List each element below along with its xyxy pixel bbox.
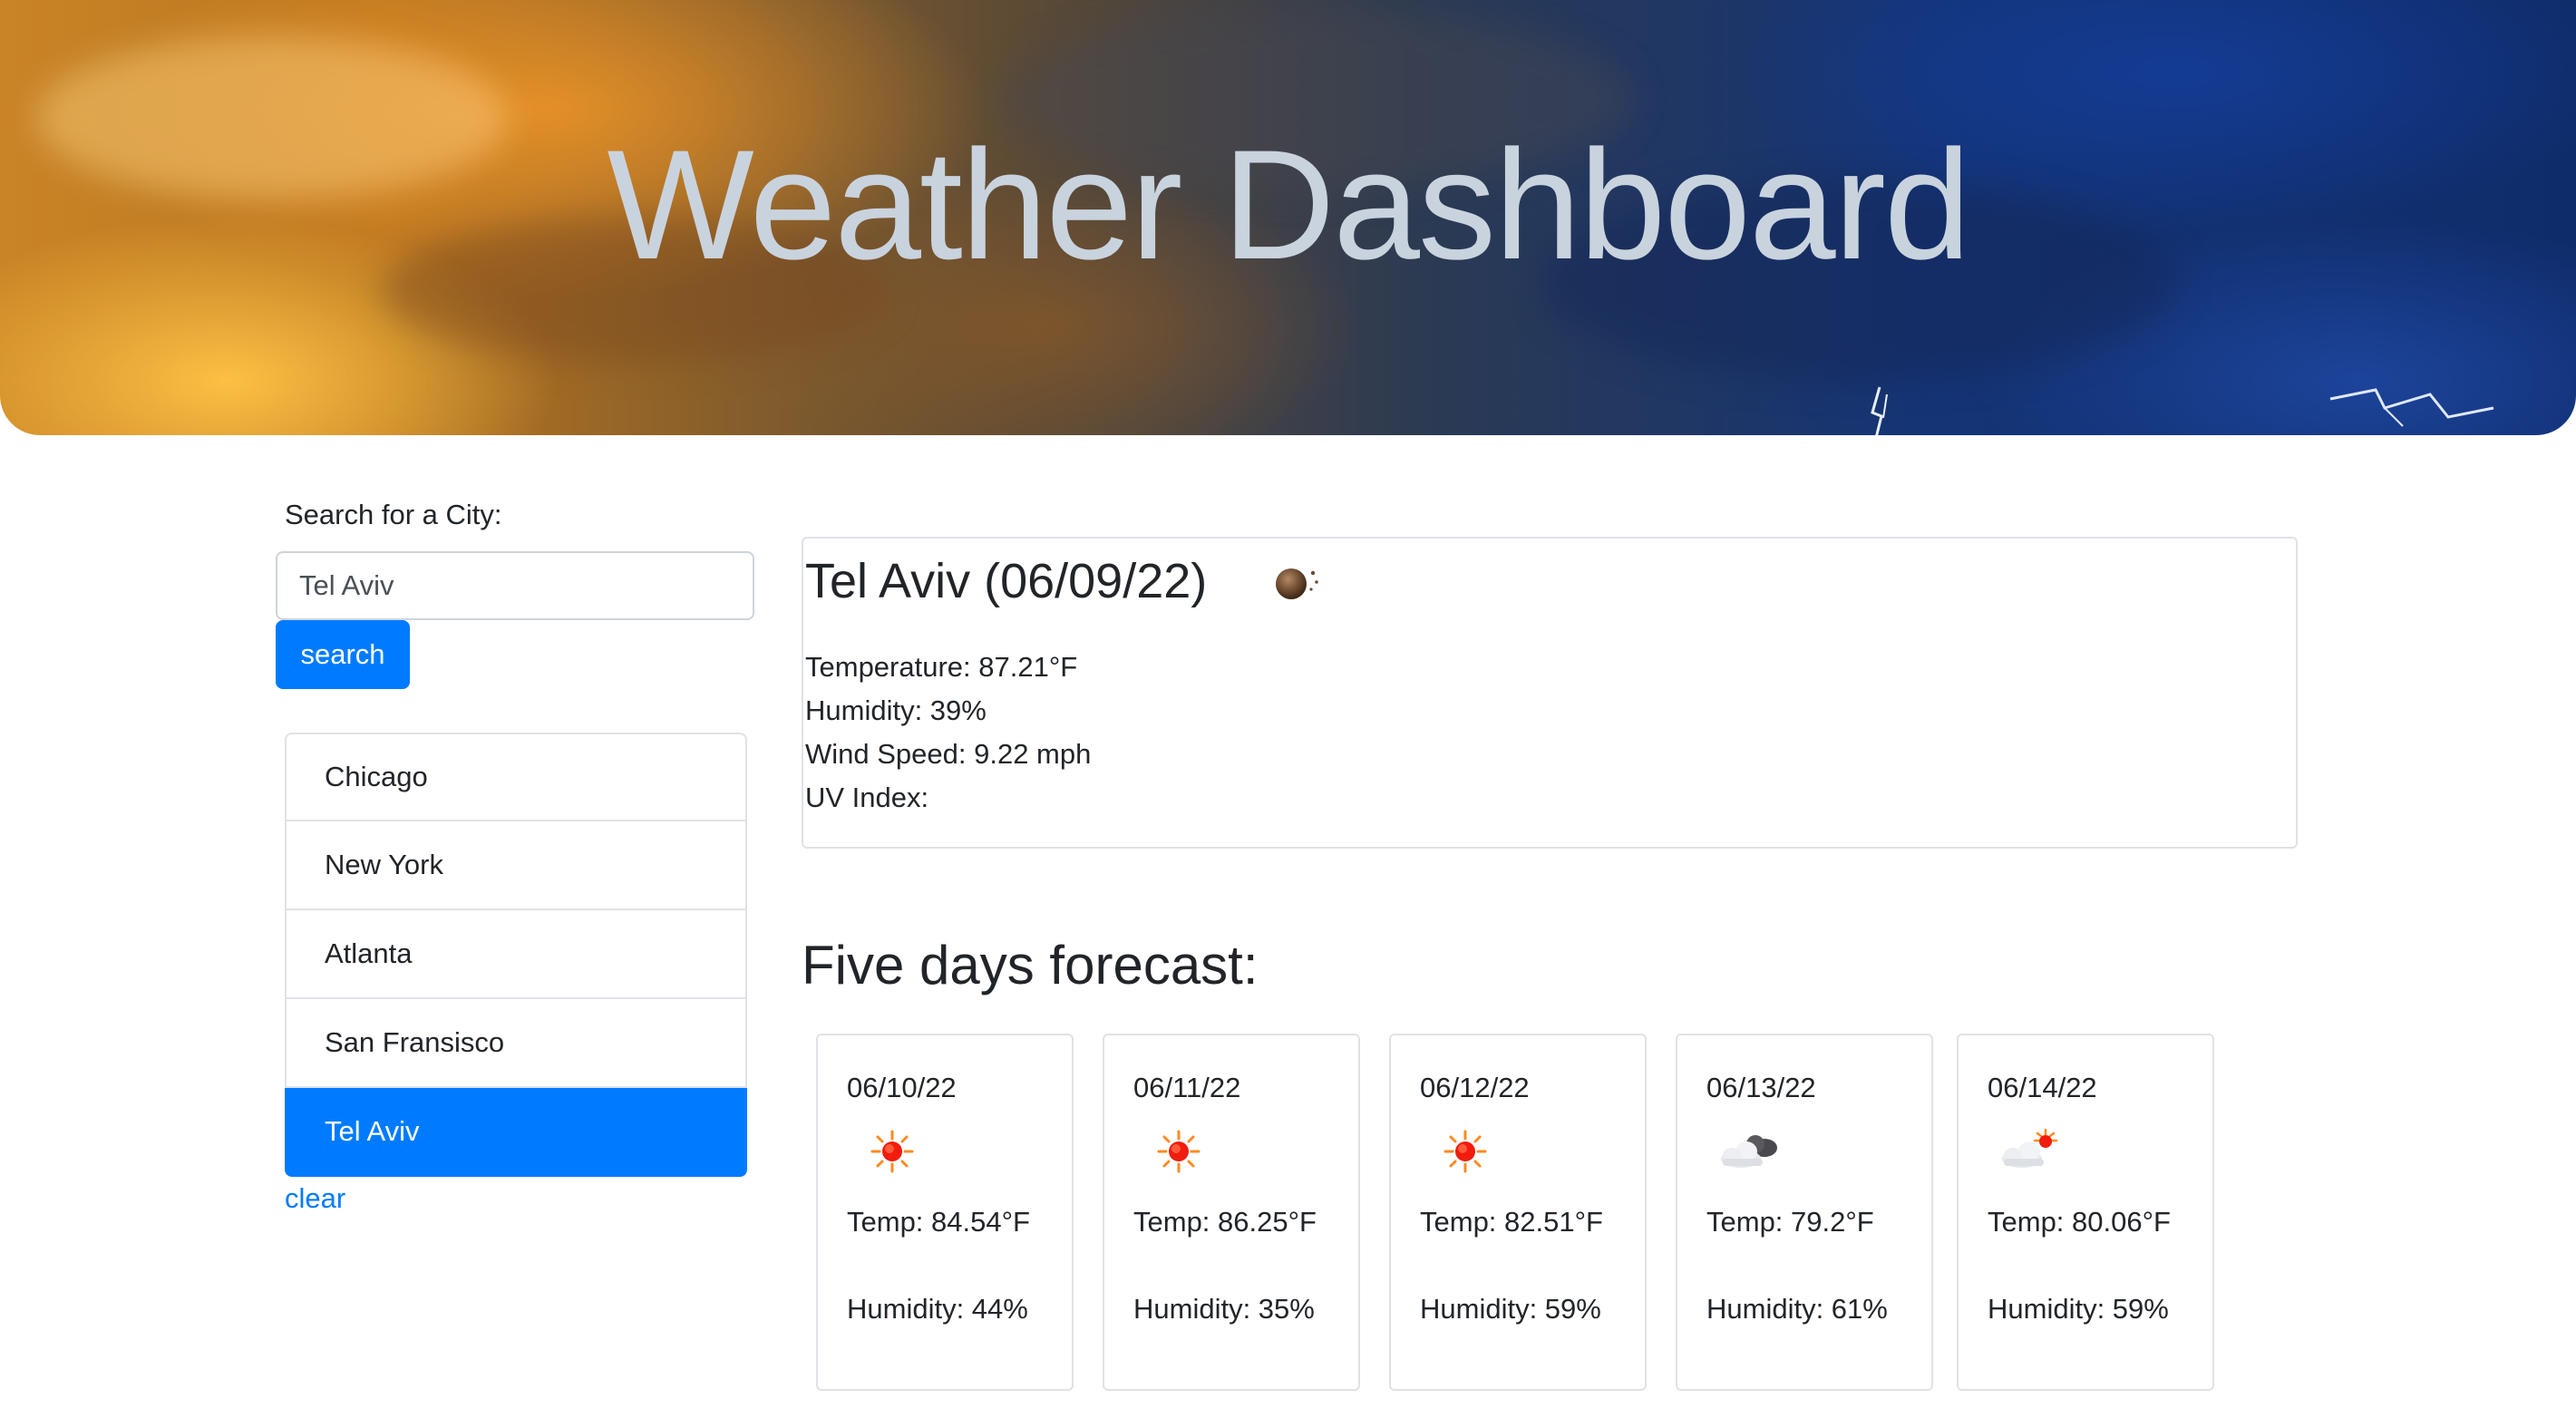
forecast-humidity: Humidity: 59% <box>1420 1293 1601 1325</box>
forecast-card: 06/11/22 Temp: 86.25°F Humidity: 35% <box>1103 1034 1360 1391</box>
history-item-new-york[interactable]: New York <box>285 821 747 910</box>
clear-night-icon <box>1276 568 1318 599</box>
forecast-humidity: Humidity: 35% <box>1133 1293 1315 1325</box>
current-humidity: Humidity: 39% <box>805 694 987 726</box>
forecast-temp: Temp: 84.54°F <box>847 1206 1030 1238</box>
history-item-chicago[interactable]: Chicago <box>285 733 747 821</box>
current-city-title: Tel Aviv (06/09/22) <box>805 554 1208 608</box>
forecast-date: 06/14/22 <box>1988 1072 2097 1103</box>
current-temperature: Temperature: 87.21°F <box>805 651 1078 683</box>
search-label: Search for a City: <box>285 499 502 530</box>
forecast-temp: Temp: 80.06°F <box>1988 1206 2171 1238</box>
header-banner: Weather Dashboard <box>0 0 2576 435</box>
forecast-card: 06/14/22 Temp: 80.06°F Humidity: 59% <box>1957 1034 2214 1391</box>
forecast-card: 06/13/22 Temp: 79.2°F Humidity: 61% <box>1676 1034 1933 1391</box>
search-button[interactable]: search <box>276 620 410 689</box>
page-title: Weather Dashboard <box>607 118 1970 292</box>
forecast-temp: Temp: 82.51°F <box>1420 1206 1603 1238</box>
forecast-humidity: Humidity: 61% <box>1706 1293 1888 1325</box>
history-item-san-fransisco[interactable]: San Fransisco <box>285 999 747 1088</box>
forecast-temp: Temp: 86.25°F <box>1133 1206 1317 1238</box>
forecast-date: 06/10/22 <box>847 1072 957 1103</box>
forecast-heading: Five days forecast: <box>802 935 1259 996</box>
lightning-icon <box>2329 388 2494 427</box>
current-stats: Temperature: 87.21°F Humidity: 39% Wind … <box>805 646 1091 820</box>
current-weather-card: Tel Aviv (06/09/22) Temperature: 87.21°F… <box>802 537 2298 849</box>
forecast-card: 06/12/22 Temp: 82.51°F Humidity: 59% <box>1389 1034 1647 1391</box>
search-history-list: Chicago New York Atlanta San Fransisco T… <box>285 733 747 1177</box>
forecast-date: 06/12/22 <box>1420 1072 1530 1103</box>
cloud-icon <box>1721 1135 1777 1168</box>
lightning-icon <box>1871 386 1888 435</box>
search-input[interactable] <box>276 551 754 620</box>
sun-icon <box>1444 1130 1487 1173</box>
clear-history-link[interactable]: clear <box>285 1182 345 1215</box>
forecast-humidity: Humidity: 44% <box>847 1293 1028 1325</box>
current-uv-index: UV Index: <box>805 782 929 813</box>
current-wind-speed: Wind Speed: 9.22 mph <box>805 738 1092 770</box>
sun-icon <box>1157 1130 1201 1173</box>
forecast-date: 06/11/22 <box>1133 1072 1241 1103</box>
forecast-temp: Temp: 79.2°F <box>1706 1206 1874 1238</box>
partly-cloudy-icon <box>2002 1128 2058 1168</box>
forecast-card: 06/10/22 Temp: 84.54°F Humidity: 44% <box>816 1034 1074 1391</box>
forecast-humidity: Humidity: 59% <box>1988 1293 2169 1325</box>
sun-icon <box>870 1130 914 1173</box>
history-item-tel-aviv[interactable]: Tel Aviv <box>285 1088 747 1177</box>
history-item-atlanta[interactable]: Atlanta <box>285 910 747 999</box>
forecast-date: 06/13/22 <box>1706 1072 1816 1103</box>
